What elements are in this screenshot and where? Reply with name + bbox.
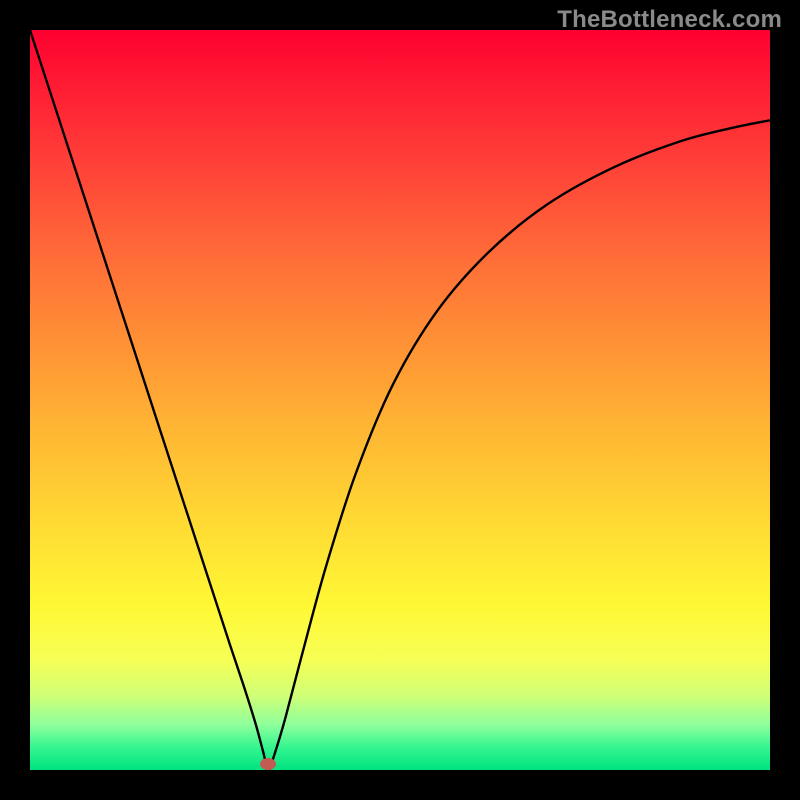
chart-frame: TheBottleneck.com	[0, 0, 800, 800]
plot-area	[30, 30, 770, 770]
bottleneck-curve	[30, 30, 770, 770]
curve-path	[30, 30, 770, 770]
watermark-text: TheBottleneck.com	[557, 6, 782, 34]
